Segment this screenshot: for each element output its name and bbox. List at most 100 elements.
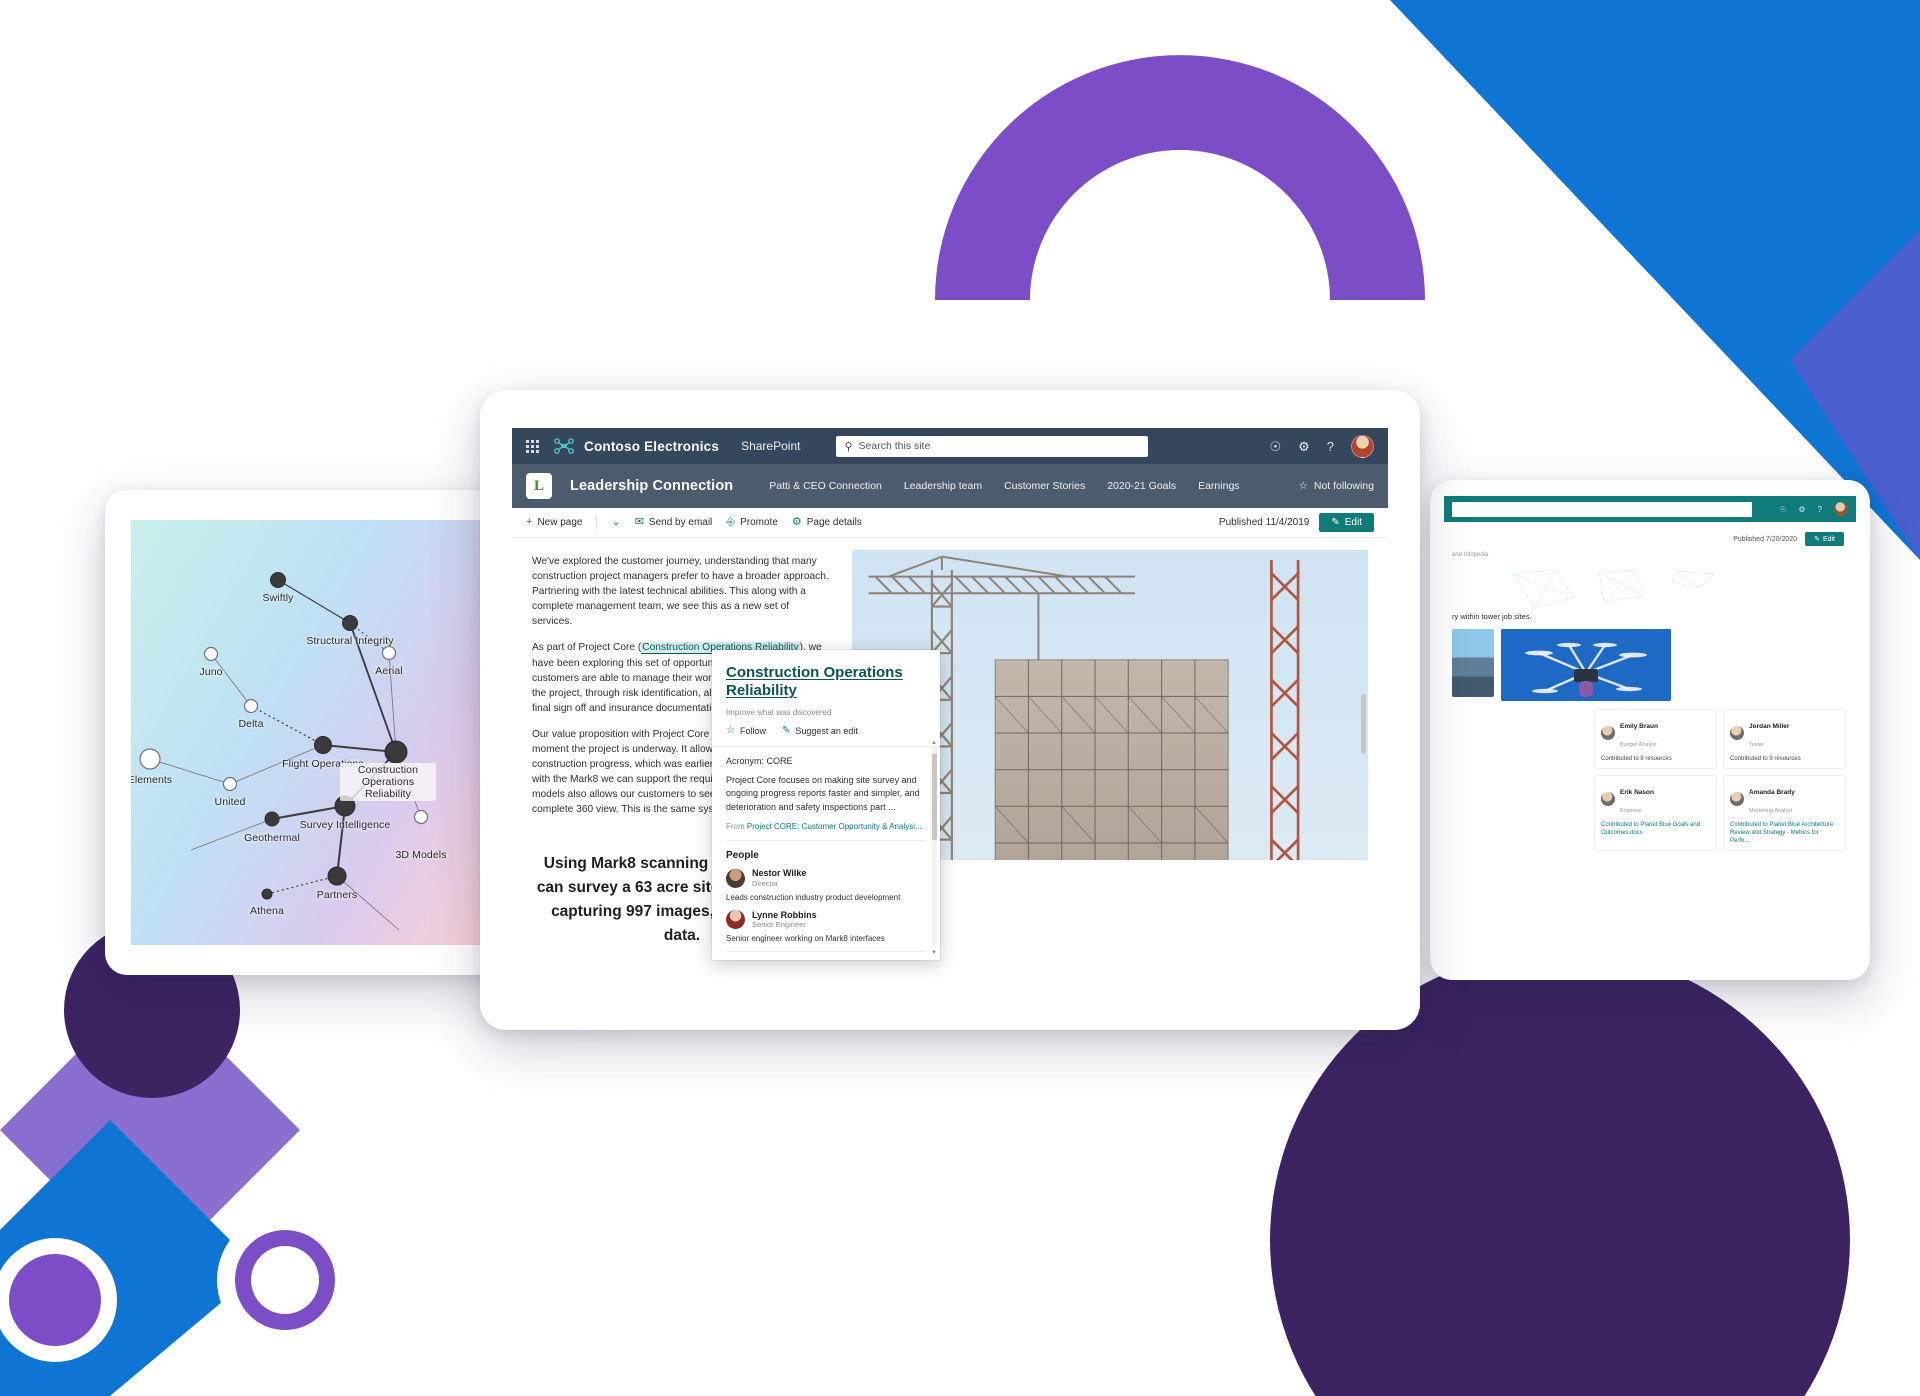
bell-icon[interactable]: ☉ xyxy=(1269,440,1281,453)
hover-card-scrollbar-thumb[interactable] xyxy=(932,754,937,840)
site-logo-icon[interactable]: L xyxy=(526,473,552,499)
right-person-card[interactable]: Emily Braun Budget Analyst Contributed to … xyxy=(1594,709,1717,770)
gear-icon[interactable]: ⚙ xyxy=(1798,505,1805,514)
app-launcher-icon[interactable] xyxy=(526,439,539,453)
site-nav-item-4[interactable]: Earnings xyxy=(1198,480,1239,492)
follow-button[interactable]: ☆ Not following xyxy=(1298,480,1374,492)
drone-illustration xyxy=(1501,629,1671,701)
graph-node[interactable] xyxy=(243,698,259,714)
graph-node[interactable] xyxy=(261,888,273,900)
page-scrollbar-thumb[interactable] xyxy=(1361,693,1366,754)
avatar[interactable] xyxy=(1351,434,1374,458)
graph-node-label: United xyxy=(214,796,246,808)
right-person-note: Contributed to 9 resources xyxy=(1730,756,1801,762)
right-edit-button[interactable]: ✎ Edit xyxy=(1805,532,1844,546)
hover-card-acronym: Acronym: CORE xyxy=(726,755,793,766)
new-page-chevron[interactable]: ⌄ xyxy=(611,517,620,528)
graph-node[interactable] xyxy=(381,645,397,661)
site-nav-item-2[interactable]: Customer Stories xyxy=(1004,480,1085,492)
megaphone-icon: ⎆ xyxy=(726,516,736,528)
promote-label: Promote xyxy=(740,517,778,528)
office-suite-bar: Contoso Electronics SharePoint ⚲ Search … xyxy=(512,428,1388,464)
source-link[interactable]: Project CORE: Customer Opportunity & Ana… xyxy=(747,822,922,831)
right-person-note: Contributed to 8 resources xyxy=(1601,756,1672,762)
article-paragraph-1: We've explored the customer journey, und… xyxy=(532,556,829,628)
graph-node[interactable] xyxy=(413,809,429,825)
graph-node-label: Partners xyxy=(316,889,358,901)
suite-app-name[interactable]: SharePoint xyxy=(741,439,800,453)
graph-node[interactable] xyxy=(327,866,347,886)
graph-node[interactable] xyxy=(264,811,280,827)
graph-node[interactable] xyxy=(139,748,161,770)
graph-node[interactable] xyxy=(342,615,358,631)
edit-button[interactable]: ✎ Edit xyxy=(1319,513,1374,532)
right-command-row: Published 7/20/2020 ✎ Edit xyxy=(1444,522,1856,546)
page-details-button[interactable]: ⚙ Page details xyxy=(792,517,862,529)
gear-icon[interactable]: ⚙ xyxy=(1298,440,1310,453)
right-person-name: Jordan Miller xyxy=(1749,723,1790,730)
site-nav-item-1[interactable]: Leadership team xyxy=(904,480,982,492)
right-person-card[interactable]: Amanda Brady Marketing Analyst Contributed… xyxy=(1723,775,1846,852)
graph-node[interactable] xyxy=(270,572,286,588)
wireframe-decoration xyxy=(1513,569,1715,609)
right-person-card[interactable]: Erik Nason Engineer Contributed to Planet … xyxy=(1594,775,1717,852)
new-page-button[interactable]: + New page xyxy=(526,517,582,529)
right-person-name: Amanda Brady xyxy=(1749,789,1795,797)
graph-node[interactable] xyxy=(203,646,219,662)
suite-bar-actions: ☉ ⚙ ? xyxy=(1269,434,1374,458)
right-person-note[interactable]: Contributed to Planet Blue Architecture … xyxy=(1730,821,1839,845)
page-scrollbar-track[interactable] xyxy=(1361,562,1366,848)
right-tablet-device: ☉ ⚙ ? Published 7/20/2020 ✎ Edit and Inf… xyxy=(1430,480,1870,980)
scroll-down-icon[interactable]: ▼ xyxy=(931,950,937,956)
graph-node[interactable] xyxy=(384,740,408,764)
topic-hover-card[interactable]: Construction Operations Reliability Impr… xyxy=(712,650,940,960)
pencil-icon: ✎ xyxy=(1331,517,1340,528)
graph-node[interactable] xyxy=(222,776,238,792)
hover-card-follow-button[interactable]: ☆ Follow xyxy=(726,725,766,736)
right-search-input[interactable] xyxy=(1452,501,1752,517)
person-name: Nestor Wilke xyxy=(752,868,807,879)
person-role: Director xyxy=(752,878,779,888)
right-suite-bar: ☉ ⚙ ? xyxy=(1444,496,1856,522)
hover-card-title[interactable]: Construction Operations Reliability xyxy=(726,664,926,701)
site-nav-item-3[interactable]: 2020-21 Goals xyxy=(1107,480,1176,492)
graph-node-label: Athena xyxy=(250,905,284,917)
send-by-email-button[interactable]: ✉ Send by email xyxy=(635,517,713,529)
send-by-email-label: Send by email xyxy=(648,517,713,528)
right-person-role: Budget Analyst xyxy=(1620,742,1657,748)
page-canvas: We've explored the customer journey, und… xyxy=(512,538,1388,992)
person-item[interactable]: Nestor Wilke Director Leads construction i… xyxy=(726,868,926,902)
right-people-grid: Emily Braun Budget Analyst Contributed to … xyxy=(1444,701,1856,852)
graph-node-label: 3D Models xyxy=(395,849,447,861)
hover-card-suggest-edit-button[interactable]: ✎ Suggest an edit xyxy=(781,724,858,736)
sharepoint-page: Contoso Electronics SharePoint ⚲ Search … xyxy=(512,428,1388,992)
brand-name: Contoso Electronics xyxy=(584,438,720,454)
bell-icon[interactable]: ☉ xyxy=(1779,505,1786,514)
right-tablet-screen[interactable]: ☉ ⚙ ? Published 7/20/2020 ✎ Edit and Inf… xyxy=(1444,496,1856,964)
right-image-row xyxy=(1444,621,1856,701)
brand-block[interactable]: Contoso Electronics xyxy=(553,437,719,455)
avatar[interactable] xyxy=(1834,502,1848,516)
paragraph-2-pre: As part of Project Core ( xyxy=(532,642,642,654)
graph-node[interactable] xyxy=(314,736,332,754)
site-title[interactable]: Leadership Connection xyxy=(570,478,733,494)
search-input[interactable]: ⚲ Search this site xyxy=(836,435,1149,457)
person-item[interactable]: Lynne Robbins Senior Engineer Senior engin… xyxy=(726,910,926,943)
person-role: Senior Engineer xyxy=(752,920,806,930)
avatar xyxy=(1730,792,1744,807)
right-person-card[interactable]: Jordan Miller Tester Contributed to 9 reso… xyxy=(1723,709,1846,770)
help-icon[interactable]: ? xyxy=(1818,505,1822,514)
site-nav-item-0[interactable]: Patti & CEO Connection xyxy=(769,480,882,492)
contoso-logo-icon xyxy=(554,438,574,454)
promote-button[interactable]: ⎆ Promote xyxy=(726,516,778,529)
pencil-icon: ✎ xyxy=(781,724,791,736)
graph-node-label: Geothermal xyxy=(244,832,300,844)
right-person-note[interactable]: Contributed to Planet Blue Goals and Out… xyxy=(1601,821,1710,837)
edit-label: Edit xyxy=(1344,517,1362,528)
help-icon[interactable]: ? xyxy=(1327,440,1334,453)
graph-node-label: Aerial xyxy=(375,664,403,677)
hover-card-subtitle: Improve what was discovered xyxy=(726,707,832,717)
right-published-label: Published 7/20/2020 xyxy=(1733,535,1798,543)
scroll-up-icon[interactable]: ▲ xyxy=(931,740,937,746)
right-page-body: Published 7/20/2020 ✎ Edit and Infopedia… xyxy=(1444,522,1856,964)
